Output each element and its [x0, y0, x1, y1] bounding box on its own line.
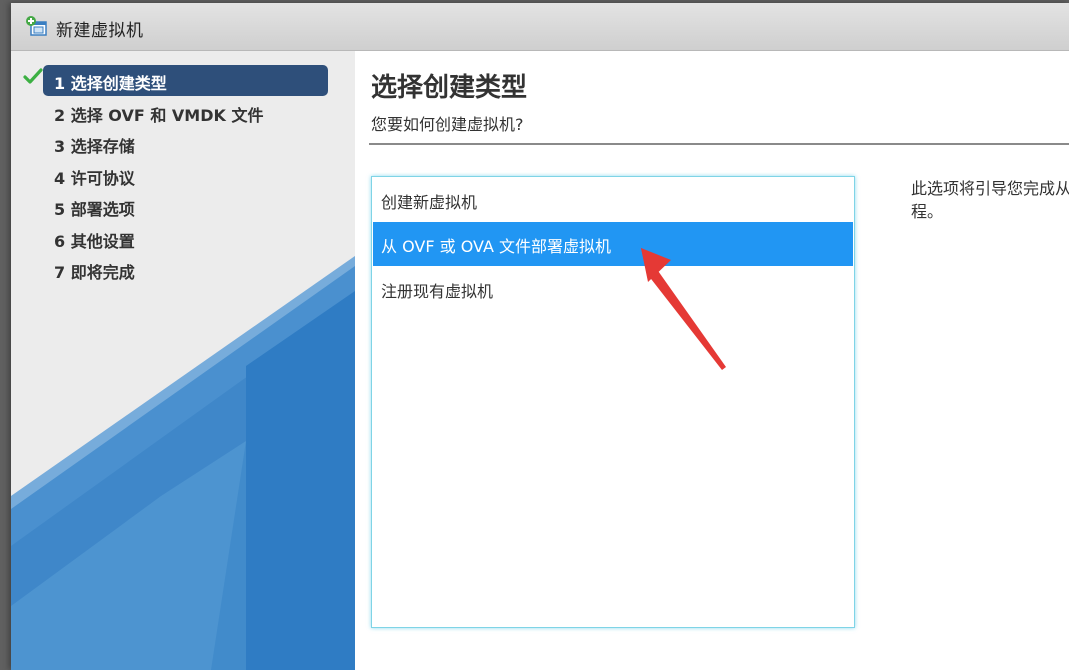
- option-description: 此选项将引导您完成从 程。: [911, 179, 1069, 221]
- dialog-titlebar: 新建虚拟机: [11, 3, 1069, 51]
- check-icon: [23, 67, 43, 87]
- new-vm-dialog: 新建虚拟机 1 选择创建类型 2 选择 OVF 和 VMDK 文件 3 选择存储…: [11, 3, 1069, 670]
- step-label: 1 选择创建类型: [54, 74, 167, 93]
- page-subtitle: 您要如何创建虚拟机?: [371, 115, 524, 134]
- step-label: 6 其他设置: [54, 231, 135, 251]
- step-license-agreement[interactable]: 4 许可协议: [11, 160, 355, 192]
- option-deploy-from-ovf-ova[interactable]: 从 OVF 或 OVA 文件部署虚拟机: [373, 222, 853, 266]
- creation-type-list[interactable]: 创建新虚拟机 从 OVF 或 OVA 文件部署虚拟机 注册现有虚拟机: [371, 176, 855, 628]
- step-label: 7 即将完成: [54, 263, 135, 282]
- option-label: 注册现有虚拟机: [381, 282, 494, 301]
- step-label: 3 选择存储: [54, 137, 135, 156]
- wizard-sidebar: 1 选择创建类型 2 选择 OVF 和 VMDK 文件 3 选择存储 4 许可协…: [11, 51, 355, 670]
- step-select-storage[interactable]: 3 选择存储: [11, 128, 355, 160]
- wizard-content: 选择创建类型 您要如何创建虚拟机? 创建新虚拟机 从 OVF 或 OVA 文件部…: [355, 51, 1069, 670]
- option-register-existing-vm[interactable]: 注册现有虚拟机: [373, 267, 853, 311]
- option-label: 从 OVF 或 OVA 文件部署虚拟机: [381, 237, 611, 256]
- option-label: 创建新虚拟机: [381, 193, 478, 212]
- step-label: 4 许可协议: [54, 168, 135, 188]
- new-vm-icon: [25, 15, 49, 39]
- step-ready-to-complete[interactable]: 7 即将完成: [11, 254, 355, 286]
- step-additional-settings[interactable]: 6 其他设置: [11, 223, 355, 255]
- wizard-steps: 1 选择创建类型 2 选择 OVF 和 VMDK 文件 3 选择存储 4 许可协…: [11, 65, 355, 286]
- step-label: 2 选择 OVF 和 VMDK 文件: [54, 105, 264, 125]
- option-create-new-vm[interactable]: 创建新虚拟机: [373, 178, 853, 222]
- dialog-title: 新建虚拟机: [56, 21, 144, 41]
- step-label: 5 部署选项: [54, 200, 135, 219]
- step-select-creation-type[interactable]: 1 选择创建类型: [11, 65, 355, 97]
- divider: [369, 143, 1069, 145]
- step-deployment-options[interactable]: 5 部署选项: [11, 191, 355, 223]
- step-select-ovf-vmdk[interactable]: 2 选择 OVF 和 VMDK 文件: [11, 97, 355, 129]
- page-title: 选择创建类型: [371, 73, 528, 103]
